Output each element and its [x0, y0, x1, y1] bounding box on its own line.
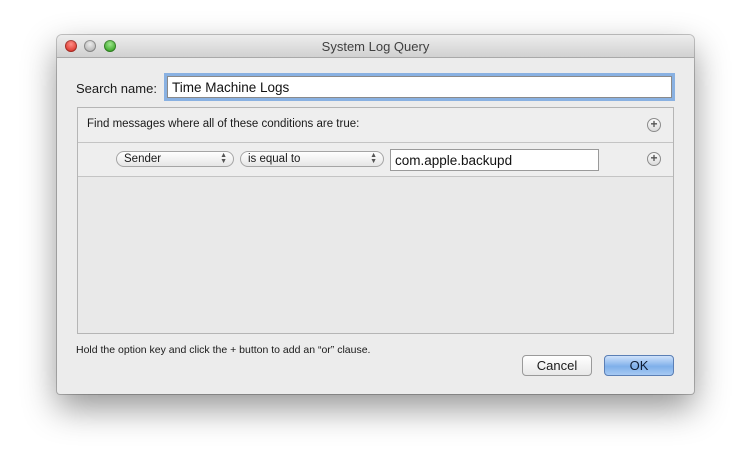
up-down-arrows-icon: ▲ ▼: [220, 152, 227, 165]
search-name-label: Search name:: [76, 81, 157, 96]
attribute-popup-label: Sender: [124, 153, 162, 165]
conditions-header: Find messages where all of these conditi…: [78, 108, 673, 143]
condition-value-input[interactable]: [390, 149, 599, 171]
cancel-button[interactable]: Cancel: [522, 355, 592, 376]
conditions-panel: Find messages where all of these conditi…: [77, 107, 674, 334]
condition-row: Sender ▲▼ is equal to ▲▼ +: [78, 143, 673, 177]
query-dialog: System Log Query Search name: Find messa…: [57, 35, 694, 394]
up-down-arrows-icon: ▲ ▼: [370, 152, 377, 165]
add-group-plus-icon[interactable]: +: [647, 118, 661, 132]
add-condition-plus-icon[interactable]: +: [647, 152, 661, 166]
operator-popup-label: is equal to: [248, 153, 301, 165]
conditions-header-text: Find messages where all of these conditi…: [87, 118, 360, 130]
or-clause-hint: Hold the option key and click the + butt…: [76, 344, 371, 356]
ok-button[interactable]: OK: [604, 355, 674, 376]
operator-popup[interactable]: is equal to ▲ ▼: [240, 151, 384, 167]
title-bar[interactable]: System Log Query: [57, 35, 694, 58]
window-title: System Log Query: [321, 39, 430, 54]
attribute-popup[interactable]: Sender ▲ ▼: [116, 151, 234, 167]
search-name-input[interactable]: [167, 76, 672, 98]
